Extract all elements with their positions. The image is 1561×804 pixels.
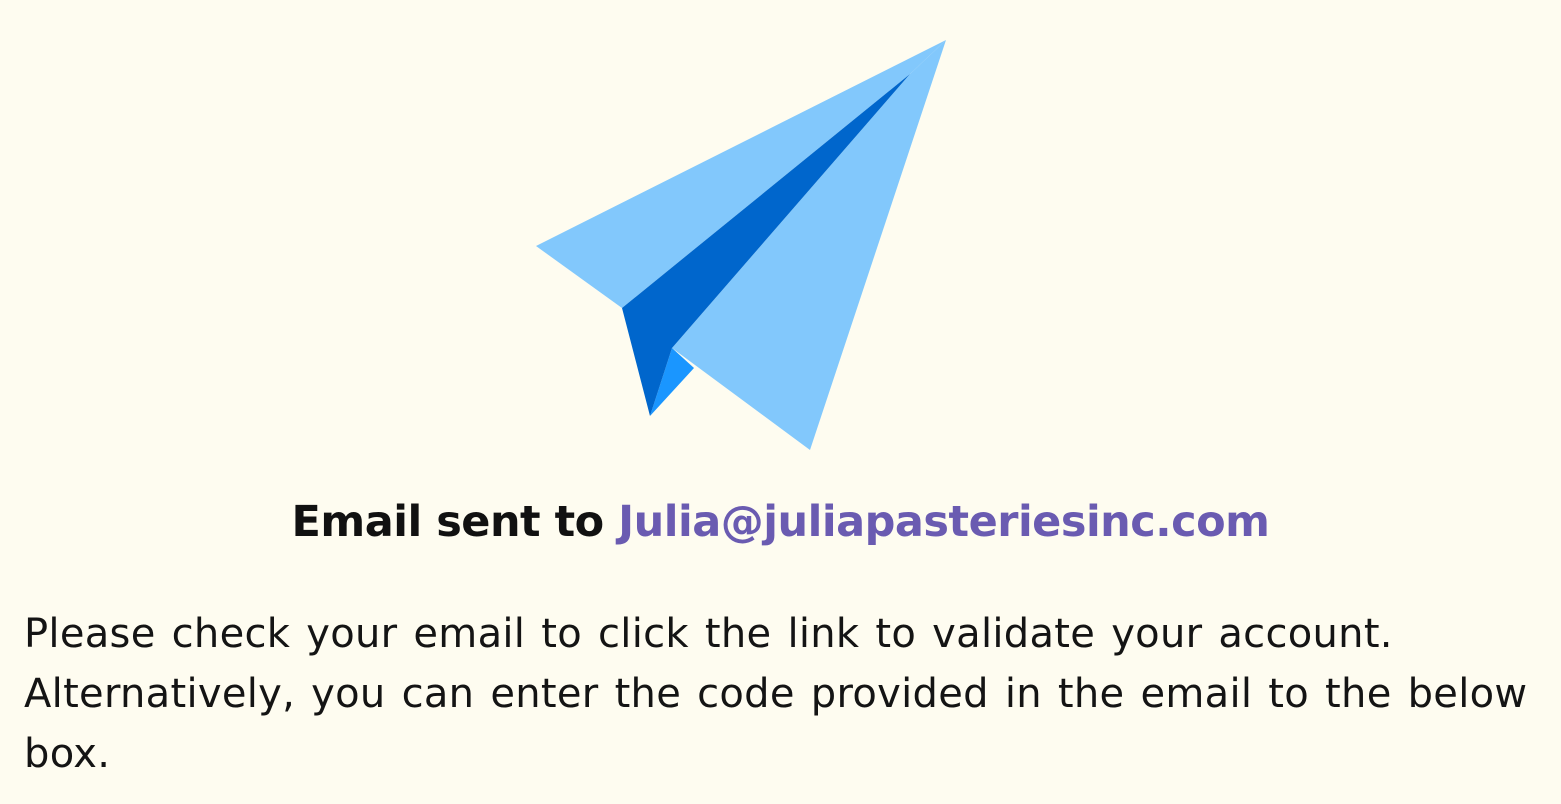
email-address: Julia@juliapasteriesinc.com — [618, 497, 1270, 547]
headline-prefix: Email sent to — [291, 497, 605, 547]
paper-plane-illustration — [530, 36, 955, 456]
paper-plane-icon — [536, 40, 946, 450]
email-sent-heading: Email sent to Julia@juliapasteriesinc.co… — [0, 494, 1561, 550]
validation-instructions: Please check your email to click the lin… — [24, 611, 1528, 777]
